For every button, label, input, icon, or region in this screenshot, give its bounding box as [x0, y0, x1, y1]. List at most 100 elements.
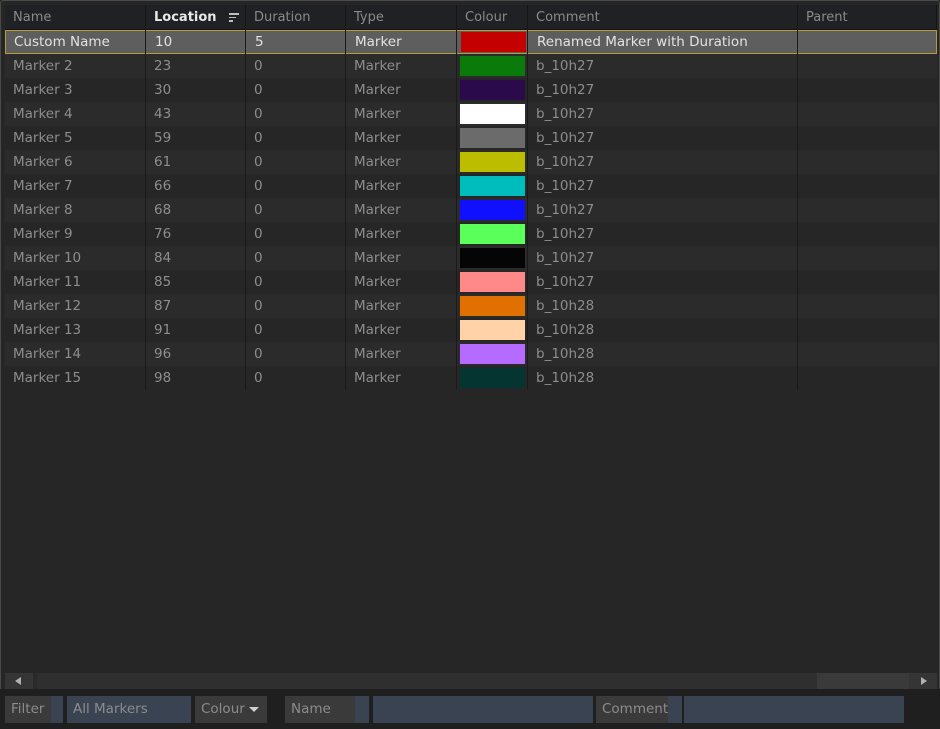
- cell-type: Marker: [354, 106, 401, 122]
- colour-dropdown[interactable]: Colour: [195, 696, 267, 723]
- column-header-location[interactable]: Location: [146, 5, 246, 30]
- column-header-name[interactable]: Name: [5, 5, 146, 30]
- colour-swatch[interactable]: [460, 176, 525, 196]
- column-header-parent[interactable]: Parent: [798, 5, 937, 30]
- cell-duration: 0: [254, 82, 263, 98]
- colour-swatch[interactable]: [460, 56, 525, 76]
- scroll-left-arrow-icon[interactable]: [5, 673, 33, 690]
- cell-duration: 0: [254, 274, 263, 290]
- cell-name: Marker 2: [13, 58, 73, 74]
- filter-label: Filter: [5, 696, 51, 723]
- cell-type: Marker: [354, 274, 401, 290]
- colour-swatch[interactable]: [460, 80, 525, 100]
- column-header-label: Type: [354, 10, 384, 25]
- colour-swatch[interactable]: [460, 272, 525, 292]
- filter-bar: Filter All Markers Colour Name Comment: [0, 689, 940, 729]
- comment-label: Comment: [596, 696, 668, 723]
- cell-name: Marker 6: [13, 154, 73, 170]
- cell-duration: 0: [254, 370, 263, 386]
- cell-duration: 0: [254, 298, 263, 314]
- column-header-duration[interactable]: Duration: [246, 5, 346, 30]
- scroll-right-arrow-icon[interactable]: [909, 673, 937, 690]
- cell-name: Marker 7: [13, 178, 73, 194]
- cell-comment: b_10h27: [536, 82, 595, 98]
- column-divider: [145, 30, 146, 390]
- comment-filter-toggle[interactable]: [668, 696, 682, 723]
- cell-comment: b_10h27: [536, 130, 595, 146]
- cell-parent: [798, 174, 937, 198]
- cell-comment: b_10h27: [536, 226, 595, 242]
- colour-swatch[interactable]: [460, 224, 525, 244]
- cell-comment: b_10h28: [536, 370, 595, 386]
- cell-location: 91: [154, 322, 172, 338]
- colour-dropdown-label: Colour: [201, 701, 245, 717]
- name-filter-input[interactable]: [373, 696, 593, 723]
- colour-swatch[interactable]: [460, 320, 525, 340]
- colour-swatch[interactable]: [460, 200, 525, 220]
- markers-panel: Name Location Duration Type Colour Comment Par…: [0, 0, 940, 729]
- horizontal-scrollbar[interactable]: [5, 673, 937, 690]
- scrollbar-thumb[interactable]: [817, 673, 909, 690]
- scrollbar-track[interactable]: [37, 673, 817, 690]
- colour-swatch[interactable]: [460, 368, 525, 388]
- cell-duration: 0: [254, 106, 263, 122]
- column-header-label: Comment: [536, 10, 600, 25]
- colour-swatch[interactable]: [460, 248, 525, 268]
- cell-location: 96: [154, 346, 172, 362]
- colour-swatch[interactable]: [460, 344, 525, 364]
- cell-name: Custom Name: [14, 34, 110, 50]
- cell-duration: 0: [254, 250, 263, 266]
- cell-parent: [798, 246, 937, 270]
- cell-comment: b_10h27: [536, 58, 595, 74]
- column-header-label: Colour: [465, 10, 508, 25]
- cell-type: Marker: [354, 58, 401, 74]
- cell-name: Marker 10: [13, 250, 82, 266]
- colour-swatch[interactable]: [460, 104, 525, 124]
- cell-comment: Renamed Marker with Duration: [537, 34, 748, 50]
- cell-comment: b_10h28: [536, 298, 595, 314]
- cell-parent: [798, 150, 937, 174]
- cell-comment: b_10h27: [536, 154, 595, 170]
- column-divider: [245, 30, 246, 390]
- cell-duration: 0: [254, 322, 263, 338]
- cell-type: Marker: [354, 226, 401, 242]
- cell-type: Marker: [354, 202, 401, 218]
- column-header-label: Location: [154, 10, 217, 25]
- cell-comment: b_10h28: [536, 322, 595, 338]
- colour-swatch[interactable]: [460, 128, 525, 148]
- cell-location: 23: [154, 58, 172, 74]
- colour-swatch[interactable]: [460, 296, 525, 316]
- cell-comment: b_10h28: [536, 346, 595, 362]
- cell-comment: b_10h27: [536, 274, 595, 290]
- cell-name: Marker 11: [13, 274, 82, 290]
- cell-parent: [798, 54, 937, 78]
- cell-name: Marker 14: [13, 346, 82, 362]
- cell-name: Marker 3: [13, 82, 73, 98]
- cell-location: 43: [154, 106, 172, 122]
- cell-location: 85: [154, 274, 172, 290]
- cell-name: Marker 5: [13, 130, 73, 146]
- comment-filter-input[interactable]: [684, 696, 904, 723]
- column-divider: [456, 30, 457, 390]
- cell-parent: [798, 270, 937, 294]
- colour-swatch[interactable]: [461, 32, 526, 52]
- name-filter-toggle[interactable]: [355, 696, 369, 723]
- cell-parent: [798, 366, 937, 390]
- sort-ascending-icon[interactable]: [229, 13, 239, 22]
- cell-parent: [798, 222, 937, 246]
- column-header-label: Duration: [254, 10, 311, 25]
- column-header-comment[interactable]: Comment: [528, 5, 798, 30]
- column-divider: [527, 30, 528, 390]
- marker-set-field[interactable]: All Markers: [67, 696, 191, 723]
- filter-toggle[interactable]: [51, 696, 63, 723]
- column-header-type[interactable]: Type: [346, 5, 457, 30]
- colour-swatch[interactable]: [460, 152, 525, 172]
- column-divider: [345, 30, 346, 390]
- column-header-colour[interactable]: Colour: [457, 5, 528, 30]
- name-label: Name: [285, 696, 355, 723]
- cell-comment: b_10h27: [536, 250, 595, 266]
- cell-location: 87: [154, 298, 172, 314]
- cell-type: Marker: [354, 250, 401, 266]
- cell-parent: [798, 318, 937, 342]
- cell-comment: b_10h27: [536, 202, 595, 218]
